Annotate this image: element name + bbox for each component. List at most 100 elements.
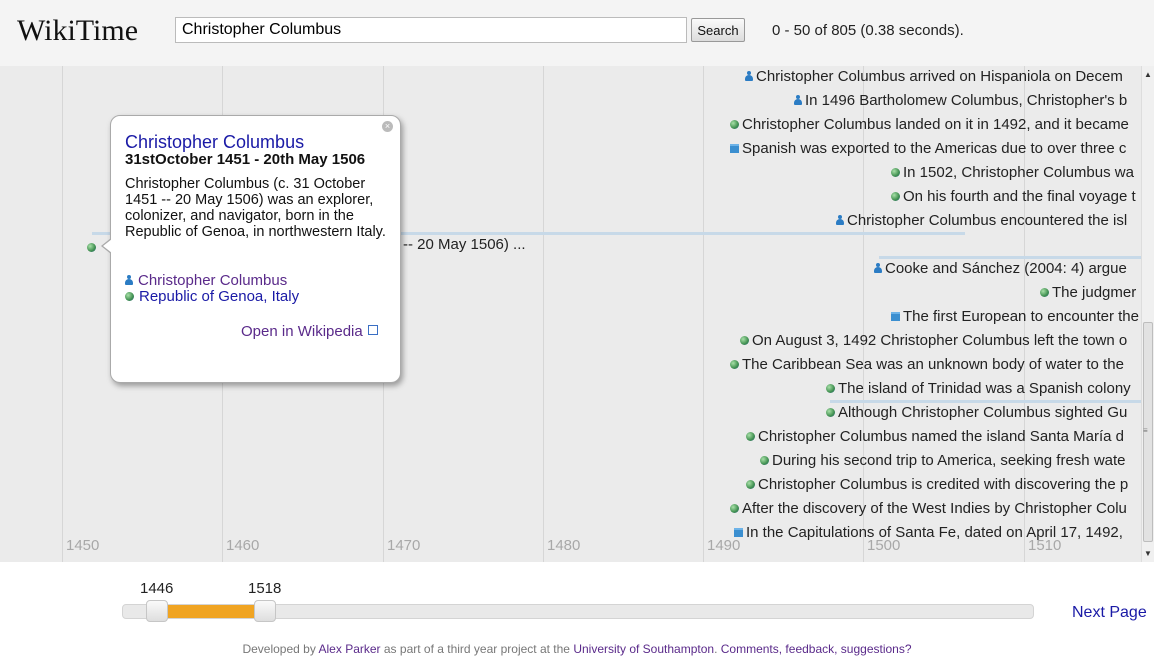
popup-link-label[interactable]: Christopher Columbus: [138, 272, 287, 289]
footer-text: as part of a third year project at the: [380, 642, 574, 656]
event-item[interactable]: In the Capitulations of Santa Fe, dated …: [734, 524, 1123, 544]
globe-icon: [826, 407, 835, 417]
event-item[interactable]: On August 3, 1492 Christopher Columbus l…: [740, 332, 1127, 352]
globe-icon: [125, 291, 134, 301]
footer: Developed by Alex Parker as part of a th…: [0, 642, 1154, 656]
popup-link-place[interactable]: Republic of Genoa, Italy: [125, 288, 299, 305]
author-link[interactable]: Alex Parker: [319, 642, 381, 656]
event-text: The island of Trinidad was a Spanish col…: [838, 380, 1131, 397]
event-item[interactable]: Although Christopher Columbus sighted Gu: [826, 404, 1127, 424]
event-text: Christopher Columbus encountered the isl: [847, 212, 1128, 229]
next-page-link[interactable]: Next Page: [1072, 604, 1147, 622]
event-text: Spanish was exported to the Americas due…: [742, 140, 1127, 157]
event-text: Christopher Columbus landed on it in 149…: [742, 116, 1129, 133]
event-item[interactable]: Christopher Columbus is credited with di…: [746, 476, 1128, 496]
event-text: In 1496 Bartholomew Columbus, Christophe…: [805, 92, 1128, 109]
event-text: Christopher Columbus arrived on Hispanio…: [756, 68, 1123, 85]
header-bar: WikiTime Search 0 - 50 of 805 (0.38 seco…: [0, 0, 1154, 66]
person-icon: [794, 95, 802, 106]
event-item[interactable]: Christopher Columbus encountered the isl: [836, 212, 1127, 232]
external-link-icon: [367, 325, 378, 335]
event-item[interactable]: After the discovery of the West Indies b…: [730, 500, 1127, 520]
person-icon: [874, 263, 882, 274]
person-icon: [125, 275, 133, 286]
year-label: 1450: [66, 537, 100, 554]
open-in-wikipedia-link[interactable]: Open in Wikipedia: [241, 323, 378, 340]
event-item[interactable]: During his second trip to America, seeki…: [760, 452, 1126, 472]
event-text: Christopher Columbus is credited with di…: [758, 476, 1129, 493]
year-label: 1470: [387, 537, 421, 554]
globe-icon: [730, 359, 739, 369]
event-item[interactable]: Spanish was exported to the Americas due…: [730, 140, 1126, 160]
person-icon: [745, 71, 753, 82]
scroll-up-arrow-icon[interactable]: ▲: [1144, 70, 1152, 79]
event-item[interactable]: The first European to encounter the: [891, 308, 1139, 328]
event-text: The Caribbean Sea was an unknown body of…: [742, 356, 1124, 373]
timeline-scrollbar[interactable]: ▲ ≡ ▼: [1141, 66, 1154, 562]
event-item[interactable]: In 1496 Bartholomew Columbus, Christophe…: [794, 92, 1127, 112]
building-icon: [891, 311, 900, 321]
open-link-label[interactable]: Open in Wikipedia: [241, 323, 363, 340]
event-item[interactable]: The judgmer: [1040, 284, 1136, 304]
building-icon: [734, 527, 743, 537]
search-input[interactable]: [175, 17, 687, 43]
grip-icon: ≡: [1143, 426, 1148, 435]
popup-link-person[interactable]: Christopher Columbus: [125, 272, 287, 289]
globe-icon: [746, 431, 755, 441]
event-text: On his fourth and the final voyage t: [903, 188, 1136, 205]
globe-icon: [891, 191, 900, 201]
gridline: [543, 66, 544, 562]
building-icon: [730, 143, 739, 153]
event-text: During his second trip to America, seeki…: [772, 452, 1126, 469]
event-item[interactable]: Christopher Columbus named the island Sa…: [746, 428, 1124, 448]
gridline: [703, 66, 704, 562]
event-text: The judgmer: [1052, 284, 1137, 301]
footer-text: .: [714, 642, 721, 656]
event-duration-bar: [830, 400, 1141, 403]
event-text: Although Christopher Columbus sighted Gu: [838, 404, 1128, 421]
globe-icon[interactable]: [87, 243, 96, 252]
app-logo[interactable]: WikiTime: [17, 14, 138, 48]
globe-icon: [730, 503, 739, 513]
popup-pointer-fill: [103, 239, 112, 253]
range-end-label: 1518: [248, 580, 282, 597]
event-text: In the Capitulations of Santa Fe, dated …: [746, 524, 1123, 541]
date-range-panel: 1446 1518 Next Page Developed by Alex Pa…: [0, 562, 1154, 663]
event-text: In 1502, Christopher Columbus wa: [903, 164, 1134, 181]
footer-text: Developed by: [242, 642, 319, 656]
event-item[interactable]: Cooke and Sánchez (2004: 4) argue: [874, 260, 1127, 280]
search-button[interactable]: Search: [691, 18, 745, 42]
gridline: [62, 66, 63, 562]
range-start-label: 1446: [140, 580, 174, 597]
globe-icon: [1040, 287, 1049, 297]
event-item-partial[interactable]: -- 20 May 1506) ...: [403, 236, 526, 256]
globe-icon: [740, 335, 749, 345]
university-link[interactable]: University of Southampton: [573, 642, 714, 656]
globe-icon: [730, 119, 739, 129]
event-text: Cooke and Sánchez (2004: 4) argue: [885, 260, 1127, 277]
person-icon: [836, 215, 844, 226]
popup-link-label[interactable]: Republic of Genoa, Italy: [139, 288, 299, 305]
scroll-down-arrow-icon[interactable]: ▼: [1144, 549, 1152, 558]
event-item[interactable]: The Caribbean Sea was an unknown body of…: [730, 356, 1124, 376]
event-item[interactable]: The island of Trinidad was a Spanish col…: [826, 380, 1131, 400]
event-popup: × Christopher Columbus 31stOctober 1451 …: [101, 115, 401, 383]
range-end-handle[interactable]: [254, 600, 276, 622]
event-item[interactable]: Christopher Columbus landed on it in 149…: [730, 116, 1129, 136]
event-item[interactable]: In 1502, Christopher Columbus wa: [891, 164, 1134, 184]
feedback-link[interactable]: Comments, feedback, suggestions?: [721, 642, 912, 656]
globe-icon: [891, 167, 900, 177]
popup-title: Christopher Columbus: [125, 132, 305, 152]
event-text: Christopher Columbus named the island Sa…: [758, 428, 1125, 445]
event-item[interactable]: On his fourth and the final voyage t: [891, 188, 1136, 208]
event-text: On August 3, 1492 Christopher Columbus l…: [752, 332, 1128, 349]
event-item[interactable]: Christopher Columbus arrived on Hispanio…: [745, 68, 1123, 88]
event-text: After the discovery of the West Indies b…: [742, 500, 1127, 517]
results-count: 0 - 50 of 805 (0.38 seconds).: [772, 22, 964, 39]
globe-icon: [746, 479, 755, 489]
globe-icon: [760, 455, 769, 465]
range-start-handle[interactable]: [146, 600, 168, 622]
popup-dates: 31stOctober 1451 - 20th May 1506: [125, 151, 366, 168]
close-icon[interactable]: ×: [382, 121, 393, 132]
event-duration-bar: [879, 256, 1141, 259]
